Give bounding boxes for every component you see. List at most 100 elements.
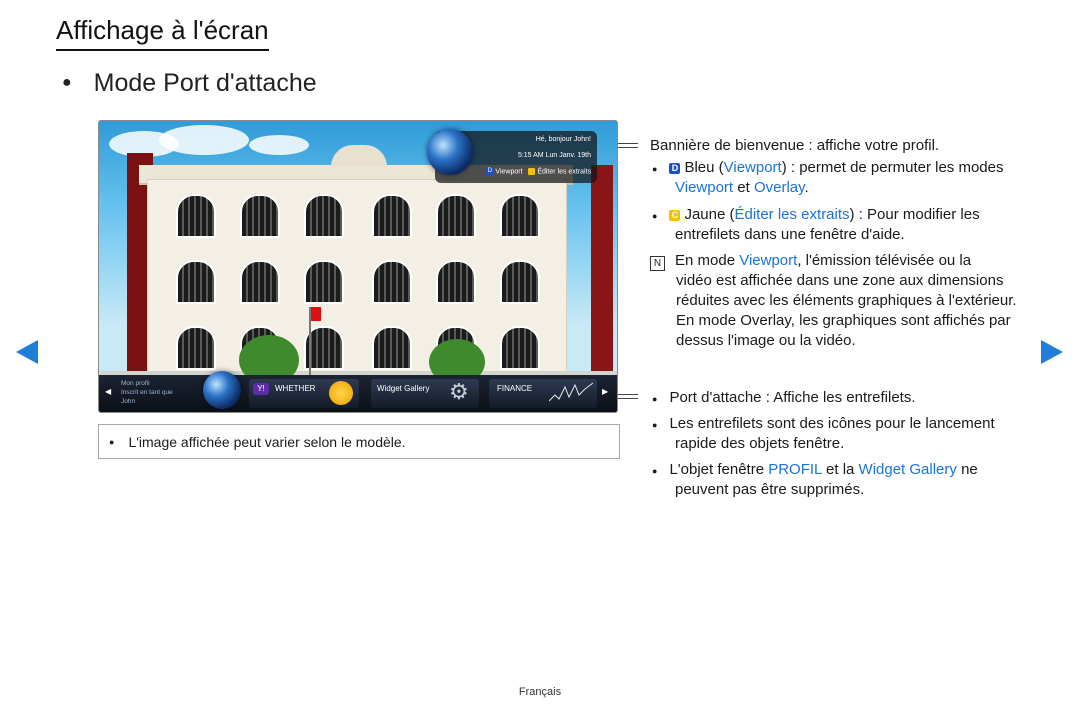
text-run: Bleu (: [684, 159, 724, 176]
blue-key-icon: D: [669, 163, 681, 174]
yahoo-icon: Y!: [253, 383, 269, 395]
note-paragraph: N En mode Viewport, l'émission télévisée …: [650, 251, 971, 271]
window: [372, 326, 412, 370]
window: [436, 260, 476, 304]
yellow-key-icon: C: [669, 210, 681, 221]
window: [176, 326, 216, 370]
finance-label: FINANCE: [497, 384, 533, 393]
window: [372, 260, 412, 304]
widget-gallery-widget[interactable]: Widget Gallery ⚙: [371, 379, 479, 408]
text-run: et la: [821, 461, 859, 478]
bullet-entrefilets-cont: rapide des objets fenêtre.: [675, 435, 845, 452]
home-dock-bar: ◀ Mon profil Inscrit en tant que John Y!…: [99, 371, 617, 412]
dock-right-chevron-icon[interactable]: ▶: [602, 387, 608, 396]
text-run: Les entrefilets sont des icônes pour le …: [669, 415, 995, 432]
dock-left-chevron-icon[interactable]: ◀: [105, 387, 111, 396]
flag-shape: [311, 307, 321, 321]
hotel-banner-right: [591, 165, 613, 375]
window: [240, 260, 280, 304]
text-run: En mode: [675, 252, 740, 269]
note-line-4: En mode Overlay, les graphiques sont aff…: [676, 312, 1011, 329]
viewport-link[interactable]: Viewport: [724, 159, 782, 176]
bullet-icon: ●: [652, 164, 658, 174]
bullet-profil: ● L'objet fenêtre PROFIL et la Widget Gal…: [652, 460, 978, 481]
finance-widget[interactable]: FINANCE: [489, 379, 597, 408]
window: [500, 326, 540, 370]
window: [500, 260, 540, 304]
building-pediment: [331, 145, 387, 167]
gallery-label: Widget Gallery: [377, 384, 430, 393]
weather-widget[interactable]: Y! WHETHER: [249, 379, 359, 408]
text-run: , l'émission télévisée ou la: [797, 252, 972, 269]
gear-icon: ⚙: [449, 379, 469, 404]
welcome-actions: D Viewport Éditer les extraits: [486, 168, 591, 175]
cloud-shape: [159, 125, 249, 155]
building-facade: [147, 179, 567, 391]
callout-line: [618, 147, 638, 148]
window: [304, 260, 344, 304]
text-run: Port d'attache : Affiche les entrefilets…: [669, 389, 916, 406]
editer-link[interactable]: Éditer les extraits: [734, 206, 849, 223]
window: [372, 194, 412, 238]
weather-icon: [329, 381, 353, 405]
text-run: ) : Pour modifier les: [849, 206, 980, 223]
bullet-profil-cont: peuvent pas être supprimés.: [675, 481, 865, 498]
text-run: Jaune (: [684, 206, 735, 223]
bullet-blue-key-cont: Viewport et Overlay.: [675, 178, 809, 198]
whether-label: WHETHER: [275, 384, 316, 393]
image-note-box: ● L'image affichée peut varier selon le …: [98, 424, 620, 459]
page-title: Affichage à l'écran: [56, 14, 269, 51]
widget-gallery-link[interactable]: Widget Gallery: [859, 461, 957, 478]
bullet-blue-key: ● D Bleu (Viewport) : permet de permuter l…: [652, 158, 1003, 179]
window: [304, 194, 344, 238]
cloud-shape: [249, 135, 309, 155]
welcome-greeting: Hé, bonjour John!: [535, 136, 591, 143]
welcome-datetime: 5:15 AM Lun Janv. 19th: [517, 152, 591, 159]
section-heading-text: Mode Port d'attache: [93, 69, 317, 97]
callout-line: [618, 143, 638, 144]
note-line-2: vidéo est affichée dans une zone aux dim…: [676, 272, 1004, 289]
bullet-icon: ●: [62, 74, 72, 91]
callout-line: [618, 398, 638, 399]
profil-link[interactable]: PROFIL: [768, 461, 822, 478]
bullet-icon: ●: [109, 436, 115, 447]
bullet-icon: ●: [652, 420, 658, 430]
blue-key-icon: D: [486, 168, 494, 175]
text-run: .: [804, 179, 809, 196]
text-run: ne: [956, 461, 978, 478]
section-heading: ● Mode Port d'attache: [62, 66, 317, 100]
tv-screen-image: Hé, bonjour John! 5:15 AM Lun Janv. 19th…: [98, 120, 618, 413]
globe-icon: [203, 371, 241, 409]
note-icon: N: [650, 256, 665, 271]
overlay-link[interactable]: Overlay: [754, 179, 805, 196]
profile-sub: Inscrit en tant que: [121, 389, 173, 396]
window: [176, 194, 216, 238]
window: [176, 260, 216, 304]
bullet-icon: ●: [652, 211, 658, 221]
bullet-port: ● Port d'attache : Affiche les entrefilet…: [652, 388, 916, 409]
note-line-3: réduites avec les éléments graphiques à …: [676, 292, 1017, 309]
profile-widget[interactable]: Mon profil Inscrit en tant que John: [121, 379, 173, 406]
text-run: L'objet fenêtre: [669, 461, 769, 478]
bullet-entrefilets: ● Les entrefilets sont des icônes pour le…: [652, 414, 995, 435]
image-note-text: L'image affichée peut varier selon le mo…: [128, 433, 406, 450]
viewport-link[interactable]: Viewport: [739, 252, 797, 269]
next-arrow-icon[interactable]: [1041, 340, 1063, 364]
profile-title: Mon profil: [121, 380, 150, 387]
bullet-icon: ●: [652, 394, 658, 404]
viewport-link[interactable]: Viewport: [675, 179, 733, 196]
bullet-yellow-key-cont: entrefilets dans une fenêtre d'aide.: [675, 226, 905, 243]
page-footer-language: Français: [518, 686, 562, 698]
note-line-5: dessus l'image ou la vidéo.: [676, 332, 856, 349]
callout-line: [618, 394, 638, 395]
profile-name: John: [121, 398, 136, 405]
window: [500, 194, 540, 238]
bullet-yellow-key: ● C Jaune (Éditer les extraits) : Pour mod…: [652, 205, 980, 226]
finance-chart-icon: [549, 382, 593, 402]
editer-label[interactable]: Éditer les extraits: [537, 168, 591, 175]
prev-arrow-icon[interactable]: [16, 340, 38, 364]
bullet-icon: ●: [652, 466, 658, 476]
text-run: et: [733, 179, 754, 196]
banner-description: Bannière de bienvenue : affiche votre pr…: [650, 137, 940, 154]
viewport-label[interactable]: Viewport: [495, 168, 522, 175]
